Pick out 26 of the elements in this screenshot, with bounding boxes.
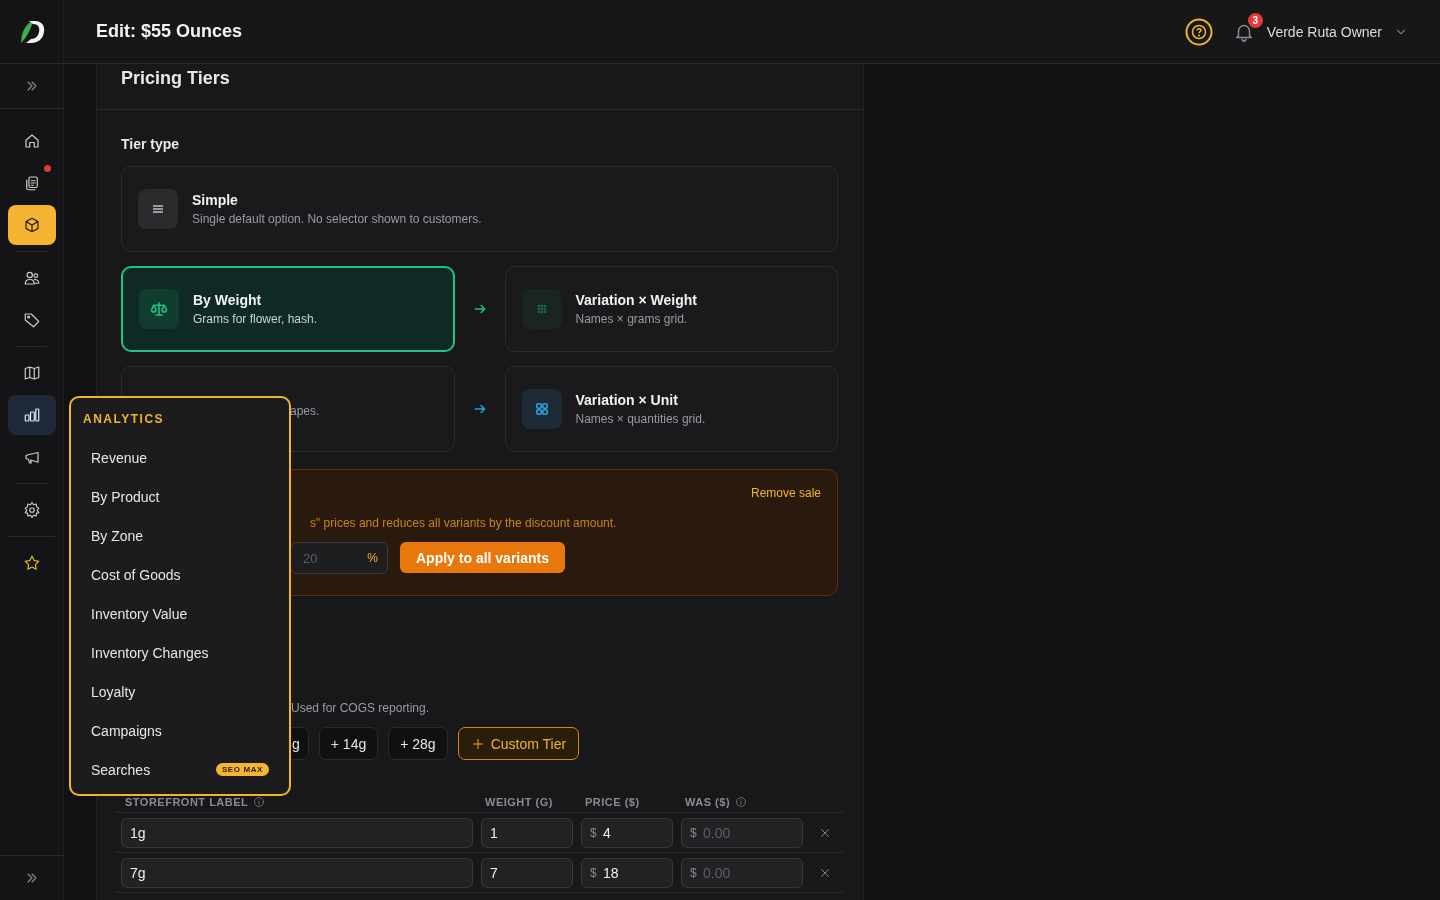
menu-heading: ANALYTICS xyxy=(83,412,166,426)
plan-badge: SEO MAX xyxy=(215,763,269,776)
tier-description: apes. xyxy=(290,404,320,418)
notification-badge: 3 xyxy=(1247,12,1263,28)
column-header: STOREFRONT LABEL xyxy=(125,796,249,808)
percent-suffix: % xyxy=(367,551,378,565)
sale-description: s" prices and reduces all variants by the discount amount. xyxy=(310,516,618,530)
currency-prefix: $ xyxy=(590,826,597,840)
tier-description: Names × grams grid. xyxy=(575,312,689,326)
tier-description: Grams for flower, hash. xyxy=(193,312,318,326)
tier-title: By Weight xyxy=(193,292,263,308)
column-header: WAS ($) xyxy=(685,796,731,808)
hint-text: Used for COGS reporting. xyxy=(291,701,431,715)
section-title: Pricing Tiers xyxy=(121,68,230,89)
currency-prefix: $ xyxy=(690,866,697,880)
tier-title: Simple xyxy=(192,192,239,208)
tier-description: Single default option. No selector shown to customers. xyxy=(192,212,482,226)
tier-title: Variation × Weight xyxy=(575,292,697,308)
currency-prefix: $ xyxy=(590,866,597,880)
tier-title: Variation × Unit xyxy=(575,392,679,408)
currency-prefix: $ xyxy=(690,826,697,840)
column-header: WEIGHT (G) xyxy=(485,796,553,808)
column-header: PRICE ($) xyxy=(585,796,640,808)
field-label: Tier type xyxy=(121,136,181,152)
tier-description: Names × quantities grid. xyxy=(575,412,706,426)
page-title: Edit: $55 Ounces xyxy=(96,21,243,42)
